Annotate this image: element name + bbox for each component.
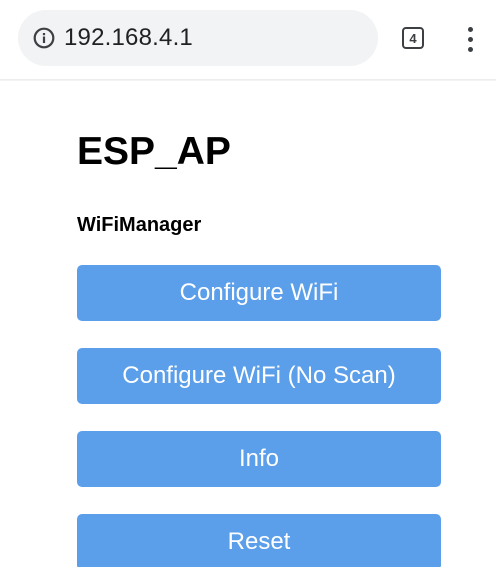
page-subtitle: WiFiManager [77,214,202,236]
reset-button[interactable]: Reset [77,514,441,567]
tab-switcher-button[interactable]: 4 [402,27,424,49]
page-content: ESP_AP WiFiManager Configure WiFi Config… [0,81,496,567]
info-button[interactable]: Info [77,431,441,487]
menu-dot [467,46,473,52]
menu-dot [467,36,473,42]
address-bar[interactable]: 192.168.4.1 [18,10,378,66]
browser-window: 192.168.4.1 4 ESP_AP WiFiManager Configu… [0,0,496,567]
more-vertical-icon[interactable] [458,22,482,56]
browser-toolbar: 192.168.4.1 4 [0,0,496,81]
configure-wifi-button[interactable]: Configure WiFi [77,265,441,321]
tab-count-label: 4 [409,30,417,46]
configure-wifi-no-scan-button[interactable]: Configure WiFi (No Scan) [77,348,441,404]
info-icon[interactable] [33,27,55,49]
page-title: ESP_AP [77,130,231,173]
menu-dot [467,26,473,32]
url-text[interactable]: 192.168.4.1 [64,24,193,52]
